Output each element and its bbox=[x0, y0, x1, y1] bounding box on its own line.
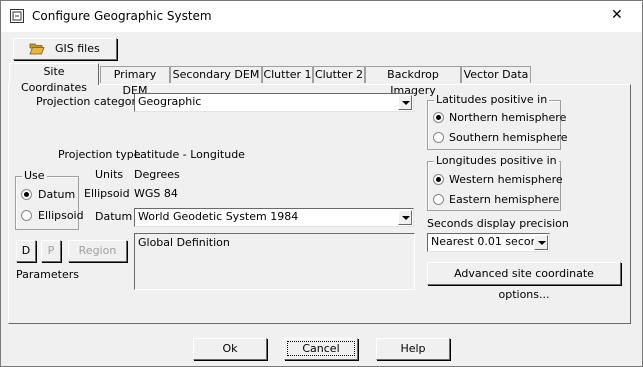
eastern-hemisphere-label[interactable]: Eastern hemisphere bbox=[449, 193, 559, 206]
datum-select[interactable]: World Geodetic System 1984 bbox=[134, 208, 414, 227]
app-icon bbox=[10, 9, 24, 23]
chevron-down-icon[interactable] bbox=[398, 210, 412, 225]
tab-clutter-2[interactable]: Clutter 2 bbox=[313, 66, 365, 83]
chevron-down-icon[interactable] bbox=[534, 235, 548, 250]
seconds-precision-value: Nearest 0.01 second bbox=[431, 235, 545, 248]
tab-site-coordinates[interactable]: Site Coordinates bbox=[9, 63, 99, 94]
title-bar[interactable]: Configure Geographic System ✕ bbox=[1, 1, 642, 32]
p-button-label: P bbox=[47, 244, 55, 257]
gis-files-button[interactable]: GIS files bbox=[13, 38, 117, 60]
cancel-button[interactable]: Cancel bbox=[284, 338, 358, 360]
tab-vector-data[interactable]: Vector Data bbox=[461, 66, 531, 83]
tab-secondary-dem[interactable]: Secondary DEM bbox=[170, 66, 262, 83]
southern-hemisphere-label[interactable]: Southern hemisphere bbox=[449, 131, 568, 144]
ellipsoid-value: WGS 84 bbox=[134, 187, 178, 200]
use-ellipsoid-radio[interactable] bbox=[21, 210, 32, 221]
tab-clutter-1[interactable]: Clutter 1 bbox=[262, 66, 313, 83]
ok-button[interactable]: Ok bbox=[193, 338, 267, 360]
western-hemisphere-label[interactable]: Western hemisphere bbox=[449, 173, 563, 186]
ok-button-label: Ok bbox=[222, 342, 238, 355]
projection-category-label: Projection category bbox=[36, 95, 143, 108]
tab-backdrop-imagery[interactable]: Backdrop Imagery bbox=[365, 66, 461, 97]
latitudes-group-label: Latitudes positive in bbox=[434, 93, 550, 106]
projection-category-select[interactable]: Geographic bbox=[134, 93, 414, 112]
window-title: Configure Geographic System bbox=[32, 9, 212, 23]
region-button[interactable]: Region bbox=[68, 240, 127, 262]
northern-hemisphere-label[interactable]: Northern hemisphere bbox=[449, 111, 566, 124]
use-group-label: Use bbox=[22, 169, 47, 182]
p-button[interactable]: P bbox=[41, 240, 61, 262]
advanced-site-coordinate-options-button[interactable]: Advanced site coordinate options... bbox=[427, 262, 621, 301]
datum-definition-box[interactable]: Global Definition bbox=[134, 233, 415, 290]
use-datum-radio[interactable] bbox=[21, 189, 32, 200]
d-button-label: D bbox=[21, 244, 31, 257]
folder-open-icon bbox=[29, 42, 45, 58]
ellipsoid-label: Ellipsoid bbox=[84, 187, 130, 200]
d-button[interactable]: D bbox=[16, 240, 36, 262]
datum-value: World Geodetic System 1984 bbox=[138, 210, 299, 223]
close-icon[interactable]: ✕ bbox=[611, 7, 623, 23]
parameters-label: Parameters bbox=[16, 268, 79, 281]
help-button-label: Help bbox=[400, 342, 426, 355]
projection-type-value: Latitude - Longitude bbox=[134, 148, 245, 161]
datum-label: Datum bbox=[95, 210, 133, 223]
longitudes-group-label: Longitudes positive in bbox=[434, 154, 559, 167]
tab-primary-dem[interactable]: Primary DEM bbox=[100, 66, 170, 97]
eastern-hemisphere-radio[interactable] bbox=[433, 194, 444, 205]
projection-type-label: Projection type bbox=[58, 148, 141, 161]
seconds-precision-label: Seconds display precision bbox=[427, 217, 569, 230]
region-button-label: Region bbox=[78, 244, 117, 257]
western-hemisphere-radio[interactable] bbox=[433, 174, 444, 185]
seconds-precision-select[interactable]: Nearest 0.01 second bbox=[427, 233, 550, 252]
use-ellipsoid-label[interactable]: Ellipsoid bbox=[38, 209, 84, 222]
use-datum-label[interactable]: Datum bbox=[38, 188, 75, 201]
units-value: Degrees bbox=[134, 168, 180, 181]
northern-hemisphere-radio[interactable] bbox=[433, 112, 444, 123]
projection-category-value: Geographic bbox=[138, 95, 202, 108]
datum-definition-text: Global Definition bbox=[138, 236, 230, 249]
dialog-window: Configure Geographic System ✕ GIS files … bbox=[0, 0, 643, 367]
help-button[interactable]: Help bbox=[376, 338, 450, 360]
cancel-button-label: Cancel bbox=[287, 341, 355, 356]
southern-hemisphere-radio[interactable] bbox=[433, 132, 444, 143]
units-label: Units bbox=[95, 168, 124, 181]
chevron-down-icon[interactable] bbox=[398, 95, 412, 110]
gis-files-label: GIS files bbox=[55, 42, 100, 55]
